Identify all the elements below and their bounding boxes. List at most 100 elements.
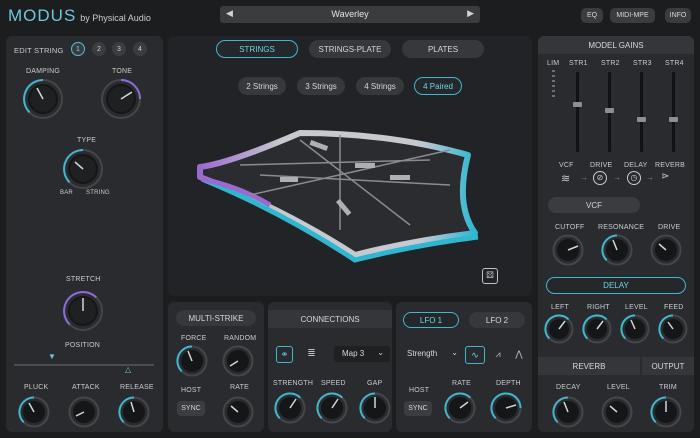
str2-gain-slider[interactable] [605, 72, 614, 152]
model-gains-header: MODEL GAINS [538, 36, 694, 54]
preset-selector[interactable]: ◀ Waverley ▶ [220, 6, 480, 23]
tab-lfo-1[interactable]: LFO 1 [403, 312, 459, 328]
delay-toggle[interactable]: DELAY [546, 277, 686, 294]
subtab-2-strings[interactable]: 2 Strings [238, 77, 286, 95]
cutoff-knob[interactable] [552, 234, 584, 266]
str4-gain-slider[interactable] [669, 72, 678, 152]
feed-label: FEED [664, 304, 684, 311]
lfo-sync-button[interactable]: SYNC [404, 401, 432, 416]
connections-header: CONNECTIONS [268, 310, 392, 328]
connections-db-icon[interactable]: ≣ [304, 346, 319, 361]
tone-knob[interactable] [100, 78, 142, 120]
str3-gain-thumb[interactable] [637, 117, 646, 122]
vcf-toggle[interactable]: VCF [548, 197, 640, 213]
delay-left-knob[interactable] [544, 314, 574, 344]
tab-plates[interactable]: PLATES [402, 40, 484, 58]
reverb-chain-icon[interactable]: ⋗ [661, 171, 669, 182]
midi-mpe-button[interactable]: MIDI-MPE [610, 8, 655, 23]
reverb-level-knob[interactable] [601, 396, 633, 428]
str1-gain-slider[interactable] [573, 72, 582, 152]
lfo-rate-knob[interactable] [444, 392, 476, 424]
map-dropdown[interactable]: Map 3 ⌄ [334, 346, 390, 362]
fx-delay-label: DELAY [624, 162, 648, 169]
next-preset-icon[interactable]: ▶ [467, 8, 474, 19]
lfo-depth-label: DEPTH [496, 380, 521, 387]
stretch-knob[interactable] [62, 290, 104, 332]
gain-label-str3: STR3 [633, 60, 652, 67]
vcf-chain-icon[interactable]: ≋ [561, 172, 570, 185]
logo-main: MODUS [8, 6, 77, 25]
type-knob[interactable] [62, 148, 104, 190]
dice-randomize-icon[interactable]: ⚄ [482, 268, 498, 284]
sync-button[interactable]: SYNC [177, 401, 205, 416]
delay-chain-icon[interactable]: ◷ [627, 171, 641, 185]
string-1-button[interactable]: 1 [71, 42, 85, 56]
delay-level-knob[interactable] [620, 314, 650, 344]
release-label: RELEASE [120, 384, 154, 391]
force-label: FORCE [181, 335, 207, 342]
position-label: POSITION [65, 342, 101, 349]
resonance-knob[interactable] [601, 234, 633, 266]
lfo-dest-value: Strength [407, 349, 438, 358]
string-2-button[interactable]: 2 [92, 42, 106, 56]
lfo-host-label: HOST [409, 387, 430, 394]
cutoff-label: CUTOFF [555, 224, 585, 231]
position-slider[interactable] [14, 364, 154, 366]
lfo-dest-dropdown[interactable]: Strength ⌄ [404, 346, 460, 362]
rate-knob[interactable] [222, 396, 254, 428]
subtab-4-strings[interactable]: 4 Strings [356, 77, 404, 95]
position-marker-2-icon[interactable]: △ [125, 365, 131, 374]
eq-button[interactable]: EQ [581, 8, 603, 23]
delay-feed-knob[interactable] [658, 314, 688, 344]
str2-gain-thumb[interactable] [605, 108, 614, 113]
fx-vcf-label: VCF [559, 162, 574, 169]
strength-knob[interactable] [274, 392, 306, 424]
subtab-4-paired[interactable]: 4 Paired [414, 77, 462, 95]
trim-label: TRIM [659, 384, 677, 391]
pluck-knob[interactable] [18, 396, 50, 428]
arrow-icon-3: → [646, 173, 654, 182]
stretch-label: STRETCH [66, 276, 101, 283]
connections-link-icon[interactable]: ⚭ [276, 346, 293, 363]
rate-label: RATE [230, 384, 249, 391]
tab-lfo-2[interactable]: LFO 2 [469, 312, 525, 328]
trim-knob[interactable] [650, 396, 682, 428]
fx-reverb-label: REVERB [655, 162, 685, 169]
release-knob[interactable] [118, 396, 150, 428]
str1-gain-thumb[interactable] [573, 102, 582, 107]
edit-string-label: EDIT STRING [14, 46, 64, 55]
str4-gain-thumb[interactable] [669, 117, 678, 122]
string-3-button[interactable]: 3 [112, 42, 126, 56]
type-label: TYPE [77, 137, 97, 144]
attack-label: ATTACK [72, 384, 100, 391]
multistrike-button[interactable]: MULTI-STRIKE [176, 310, 256, 326]
subtab-3-strings[interactable]: 3 Strings [297, 77, 345, 95]
fx-drive-label: DRIVE [590, 162, 613, 169]
random-knob[interactable] [222, 345, 254, 377]
gap-knob[interactable] [359, 392, 391, 424]
position-marker-icon[interactable]: ▼ [48, 352, 56, 361]
damping-knob[interactable] [22, 78, 64, 120]
random-wave-icon[interactable]: ⋀ [510, 346, 528, 362]
drive-knob[interactable] [650, 234, 682, 266]
attack-knob[interactable] [68, 396, 100, 428]
random-label: RANDOM [224, 335, 257, 342]
info-button[interactable]: INFO [665, 8, 691, 23]
strength-label: STRENGTH [273, 380, 314, 387]
tab-strings-plate[interactable]: STRINGS-PLATE [309, 40, 391, 58]
speed-knob[interactable] [316, 392, 348, 424]
force-knob[interactable] [176, 345, 208, 377]
string-4-button[interactable]: 4 [133, 42, 147, 56]
saw-wave-icon[interactable]: ⩘ [489, 346, 507, 362]
reverb-header[interactable]: REVERB [538, 357, 640, 375]
lfo-depth-knob[interactable] [490, 392, 522, 424]
gain-label-lim: LIM [547, 60, 560, 67]
decay-knob[interactable] [552, 396, 584, 428]
damping-label: DAMPING [26, 68, 61, 75]
sine-wave-icon[interactable]: ∿ [465, 346, 485, 364]
delay-right-knob[interactable] [582, 314, 612, 344]
tab-strings[interactable]: STRINGS [216, 40, 298, 58]
map-dropdown-value: Map 3 [342, 349, 365, 358]
str3-gain-slider[interactable] [637, 72, 646, 152]
drive-chain-icon[interactable]: ⊘ [593, 171, 607, 185]
